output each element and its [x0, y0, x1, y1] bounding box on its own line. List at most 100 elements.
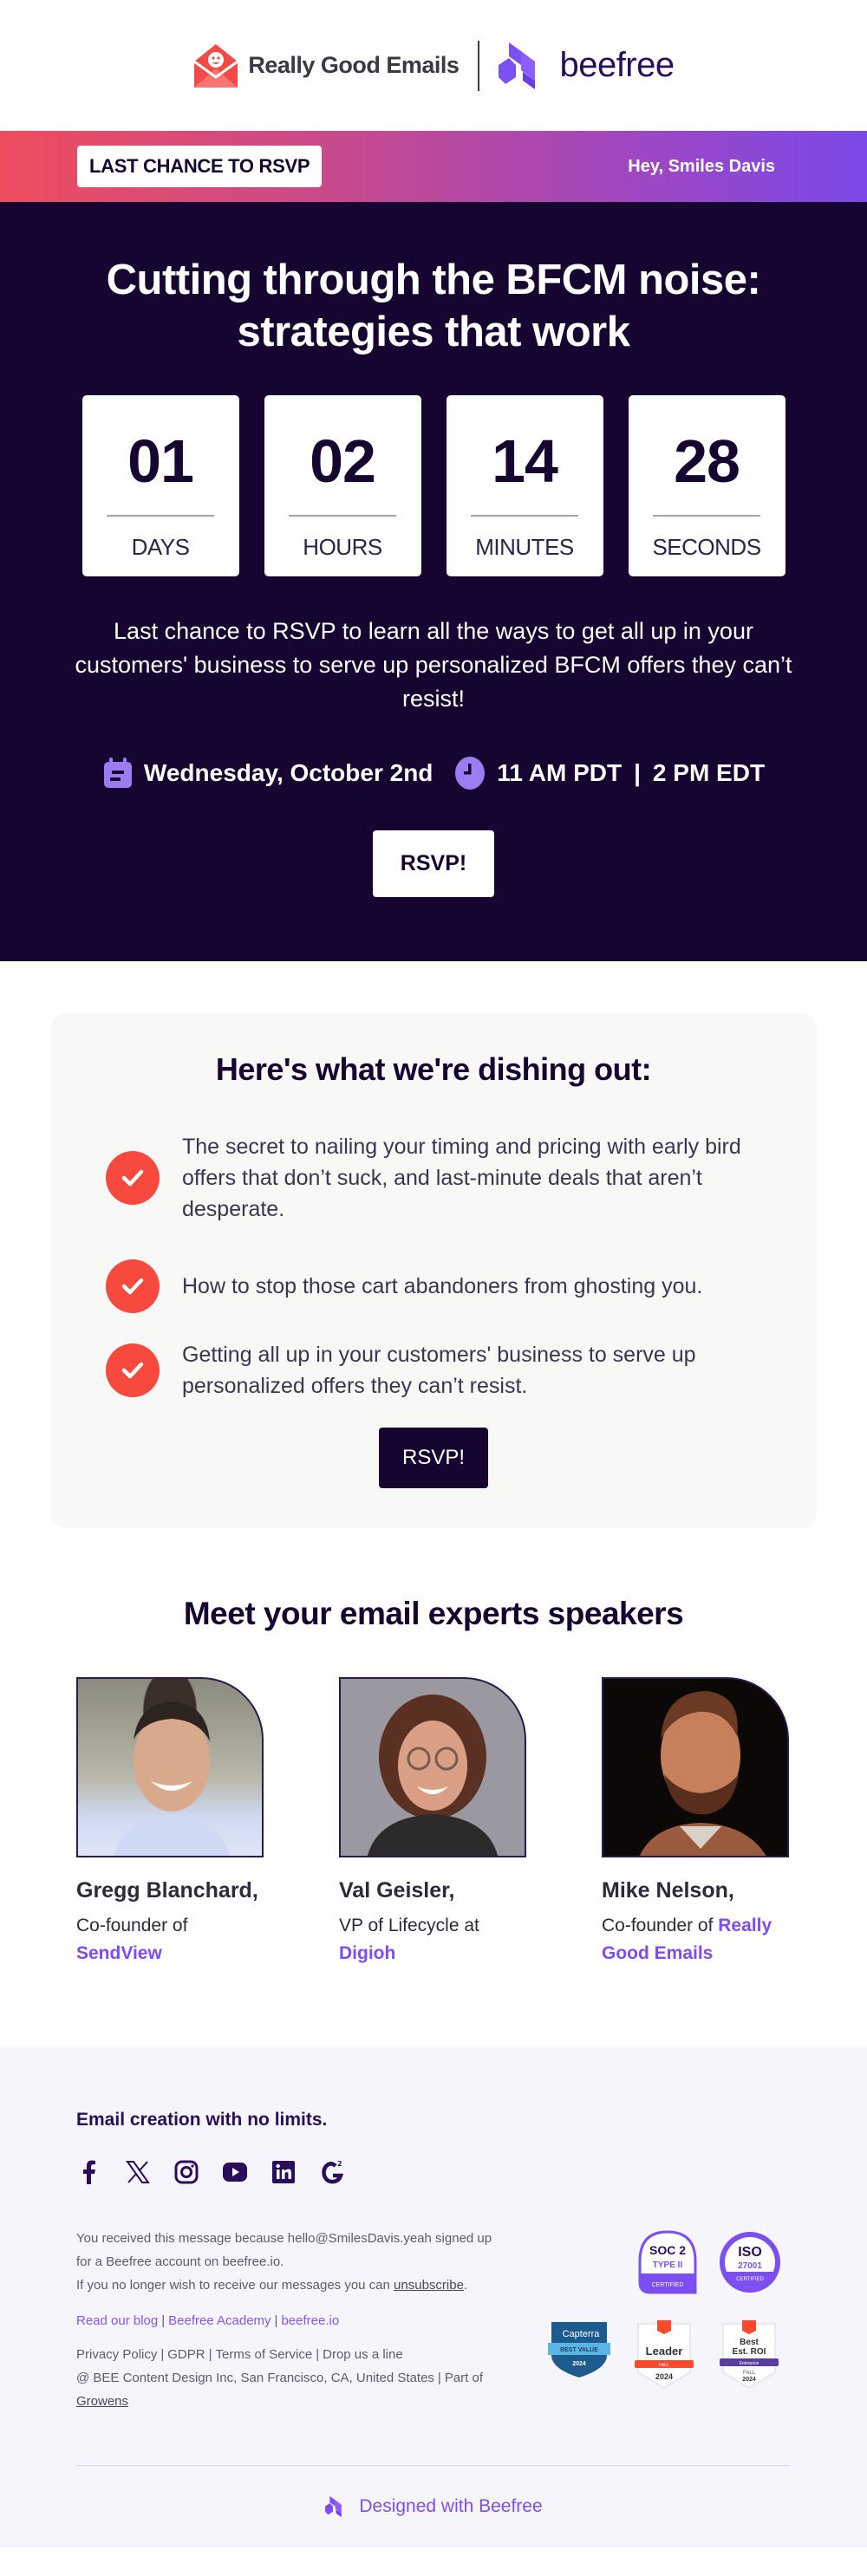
speaker-role: VP of Lifecycle at Digioh [339, 1916, 479, 1963]
speaker-card: Mike Nelson, Co-founder of Really Good E… [602, 1677, 791, 1968]
contact-link[interactable]: Drop us a line [323, 2347, 403, 2362]
check-icon [106, 1151, 160, 1205]
footer-tagline: Email creation with no limits. [76, 2110, 328, 2130]
time-separator: | [634, 759, 641, 786]
footer: Email creation with no limits. 2 You rec… [0, 2047, 867, 2547]
facebook-icon[interactable] [76, 2159, 102, 2185]
gdpr-link[interactable]: GDPR [167, 2347, 205, 2362]
growens-link[interactable]: Growens [76, 2394, 128, 2409]
youtube-icon[interactable] [222, 2159, 248, 2185]
svg-text:TYPE II: TYPE II [653, 2261, 683, 2270]
agenda-item: Getting all up in your customers' busine… [106, 1339, 765, 1402]
agenda-item: The secret to nailing your timing and pr… [106, 1131, 765, 1225]
g2-best-roi-badge: Best Est. ROI Enterprise FALL 2024 [720, 2320, 779, 2389]
speaker-photo [602, 1677, 789, 1857]
countdown-timer: 01 DAYS 02 HOURS 14 MINUTES 28 SECONDS [0, 395, 867, 576]
speaker-photo [339, 1677, 526, 1857]
countdown-value: 01 [127, 427, 194, 495]
hero-title-line-2: strategies that work [237, 309, 630, 355]
countdown-value: 14 [492, 427, 558, 495]
agenda-item: How to stop those cart abandoners from g… [106, 1259, 765, 1313]
svg-text:2024: 2024 [572, 2361, 586, 2367]
g2-icon[interactable]: 2 [319, 2159, 345, 2185]
countdown-divider [653, 515, 760, 517]
svg-text:2: 2 [337, 2160, 342, 2168]
last-chance-badge: LAST CHANCE TO RSVP [77, 146, 323, 187]
soc2-badge: SOC 2 TYPE II CERTIFIED [638, 2230, 697, 2294]
countdown-value: 28 [674, 427, 740, 495]
envelope-mascot-icon [193, 43, 239, 88]
social-links: 2 [76, 2159, 791, 2185]
agenda-card: Here's what we're dishing out: The secre… [50, 1013, 817, 1528]
footer-main: You received this message because hello@… [76, 2227, 791, 2413]
capterra-badge: Capterra BEST VALUE 2024 [548, 2322, 610, 2378]
speaker-photo [76, 1677, 264, 1857]
check-icon [106, 1343, 160, 1397]
designed-with-label: Designed with Beefree [359, 2496, 543, 2516]
agenda-list: The secret to nailing your timing and pr… [50, 1131, 817, 1402]
announcement-bar: LAST CHANCE TO RSVP Hey, Smiles Davis [0, 131, 867, 202]
unsubscribe-link[interactable]: unsubscribe [394, 2278, 464, 2293]
hero-rsvp-button[interactable]: RSVP! [373, 830, 494, 897]
blog-link[interactable]: Read our blog [76, 2313, 158, 2328]
speaker-org-link[interactable]: SendView [76, 1943, 162, 1963]
linkedin-icon[interactable] [271, 2159, 297, 2185]
svg-text:2024: 2024 [742, 2377, 756, 2383]
speaker-card: Val Geisler, VP of Lifecycle at Digioh [339, 1677, 528, 1968]
agenda-item-text: The secret to nailing your timing and pr… [182, 1135, 741, 1221]
beefree-site-link[interactable]: beefree.io [281, 2313, 339, 2328]
countdown-minutes: 14 MINUTES [446, 395, 603, 576]
really-good-emails-wordmark: Really Good Emails [248, 52, 460, 78]
countdown-label: SECONDS [652, 534, 761, 560]
speakers-section: Meet your email experts speakers Gregg B… [0, 1528, 867, 2047]
terms-link[interactable]: Terms of Service [216, 2347, 313, 2362]
clock-icon [455, 757, 486, 790]
beefree-mark-icon [499, 42, 536, 89]
logo-divider [478, 40, 480, 91]
countdown-value: 02 [310, 427, 376, 495]
event-datetime: Wednesday, October 2nd 11 AM PDT | 2 PM … [0, 756, 867, 790]
privacy-policy-link[interactable]: Privacy Policy [76, 2347, 157, 2362]
hero-title-line-1: Cutting through the BFCM noise: [106, 257, 761, 303]
received-notice: You received this message because hello@… [76, 2231, 492, 2269]
svg-text:CERTIFIED: CERTIFIED [736, 2277, 764, 2282]
calendar-icon [103, 758, 132, 788]
speaker-org-link[interactable]: Digioh [339, 1943, 395, 1963]
svg-text:BEST VALUE: BEST VALUE [560, 2347, 598, 2353]
brand-header: Really Good Emails beefree [0, 0, 867, 131]
legal-text: You received this message because hello@… [76, 2227, 510, 2413]
svg-text:Est. ROI: Est. ROI [733, 2347, 766, 2357]
certification-badges: SOC 2 TYPE II CERTIFIED ISO 27001 CERTIF… [539, 2227, 791, 2413]
x-twitter-icon[interactable] [125, 2159, 151, 2185]
instagram-icon[interactable] [173, 2159, 199, 2185]
hero-section: Cutting through the BFCM noise: strategi… [0, 202, 867, 961]
greeting-text: Hey, Smiles Davis [628, 156, 775, 176]
really-good-emails-logo[interactable]: Really Good Emails [192, 42, 460, 89]
countdown-seconds: 28 SECONDS [628, 395, 786, 576]
svg-text:Best: Best [740, 2338, 759, 2347]
svg-text:2024: 2024 [655, 2372, 673, 2381]
svg-text:FALL: FALL [743, 2371, 756, 2376]
svg-text:Capterra: Capterra [563, 2329, 601, 2339]
beefree-mark-icon [325, 2495, 342, 2518]
hero-description: Last chance to RSVP to learn all the way… [75, 618, 792, 712]
iso-badge: ISO 27001 CERTIFIED [720, 2232, 780, 2293]
svg-text:Leader: Leader [646, 2345, 683, 2358]
event-date: Wednesday, October 2nd [143, 759, 434, 786]
agenda-rsvp-button[interactable]: RSVP! [379, 1428, 488, 1488]
event-time-pdt: 11 AM PDT [497, 759, 623, 786]
event-time-edt: 2 PM EDT [652, 759, 766, 786]
company-address: @ BEE Content Design Inc, San Francisco,… [76, 2371, 484, 2409]
countdown-hours: 02 HOURS [264, 395, 421, 576]
policy-links: Privacy Policy | GDPR | Terms of Service | Dro… [76, 2347, 403, 2362]
unsubscribe-notice: If you no longer wish to receive our mes… [76, 2278, 468, 2293]
speaker-role: Co-founder of SendView [76, 1916, 188, 1963]
beefree-logo[interactable]: beefree [497, 41, 675, 91]
svg-text:ISO: ISO [738, 2245, 762, 2260]
svg-text:FALL: FALL [659, 2363, 669, 2368]
speaker-name: Mike Nelson, [602, 1878, 734, 1903]
designed-with-beefree-link[interactable]: Designed with Beefree [76, 2466, 791, 2547]
countdown-divider [289, 515, 396, 517]
academy-link[interactable]: Beefree Academy [168, 2313, 271, 2328]
agenda-section: Here's what we're dishing out: The secre… [0, 961, 867, 1528]
